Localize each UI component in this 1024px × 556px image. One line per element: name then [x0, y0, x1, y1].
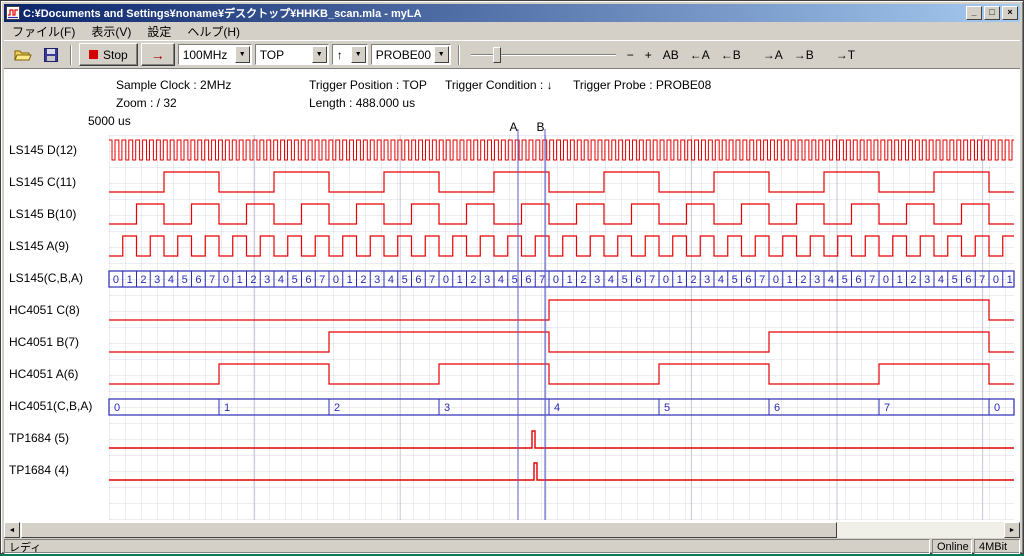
waveform-grid	[109, 135, 1014, 520]
goto-cursor-b-button[interactable]: ←B	[717, 46, 745, 64]
set-cursor-a-button[interactable]: →A	[759, 46, 787, 64]
stop-button-label: Stop	[103, 48, 128, 62]
channel-label: LS145 C(11)	[9, 175, 76, 189]
cursor-a-label[interactable]: A	[509, 120, 518, 134]
sample-clock-value: 100MHz	[183, 48, 228, 62]
scroll-left-icon[interactable]: ◄	[4, 522, 20, 538]
menu-view[interactable]: 表示(V)	[83, 21, 139, 42]
goto-cursor-a-button[interactable]: ←A	[686, 46, 714, 64]
sample-clock-info: Sample Clock : 2MHz	[116, 78, 231, 92]
scroll-right-icon[interactable]: ►	[1004, 522, 1020, 538]
trigger-probe-select[interactable]: PROBE00 ▼	[371, 44, 451, 65]
zoom-out-button[interactable]: −	[623, 46, 638, 64]
channel-label: TP1684 (4)	[9, 463, 69, 477]
stop-button[interactable]: Stop	[79, 43, 138, 66]
zoom-info: Zoom : / 32	[116, 96, 177, 110]
window-title: C:¥Documents and Settings¥noname¥デスクトップ¥…	[23, 5, 964, 21]
menu-settings[interactable]: 設定	[139, 21, 179, 42]
title-bar[interactable]: C:¥Documents and Settings¥noname¥デスクトップ¥…	[4, 4, 1020, 22]
time-division-label: 5000 us	[88, 114, 131, 128]
chevron-down-icon[interactable]: ▼	[312, 46, 327, 63]
ab-button[interactable]: AB	[659, 46, 683, 64]
channel-label: HC4051(C,B,A)	[9, 399, 92, 413]
app-window: C:¥Documents and Settings¥noname¥デスクトップ¥…	[0, 0, 1024, 554]
chevron-down-icon[interactable]: ▼	[351, 46, 366, 63]
zoom-in-button[interactable]: +	[641, 46, 656, 64]
trigger-probe-value: PROBE00	[376, 48, 431, 62]
scrollbar-thumb[interactable]	[21, 522, 837, 538]
trigger-probe-info: Trigger Probe : PROBE08	[573, 78, 711, 92]
channel-label: HC4051 A(6)	[9, 367, 78, 381]
trigger-condition-info: Trigger Condition : ↓	[445, 78, 553, 92]
trigger-edge-select[interactable]: ↑ ▼	[332, 44, 368, 65]
run-button[interactable]: →	[141, 43, 175, 66]
maximize-button[interactable]: □	[984, 6, 1000, 20]
length-info: Length : 488.000 us	[309, 96, 415, 110]
channel-label: LS145 A(9)	[9, 239, 69, 253]
app-icon	[6, 6, 20, 20]
menu-file[interactable]: ファイル(F)	[4, 21, 83, 42]
toolbar-separator	[70, 45, 72, 65]
channel-label: HC4051 C(8)	[9, 303, 80, 317]
chevron-down-icon[interactable]: ▼	[434, 46, 449, 63]
status-online: Online	[932, 539, 972, 554]
trigger-position-info: Trigger Position : TOP	[309, 78, 427, 92]
zoom-slider[interactable]	[471, 45, 616, 65]
set-cursor-b-button[interactable]: →B	[790, 46, 818, 64]
trigger-edge-value: ↑	[337, 48, 343, 62]
open-folder-icon	[14, 48, 32, 62]
channel-label: LS145 B(10)	[9, 207, 76, 221]
channel-label: LS145(C,B,A)	[9, 271, 83, 285]
stop-icon	[89, 50, 98, 59]
floppy-disk-icon	[44, 48, 58, 62]
toolbar-separator	[458, 45, 460, 65]
chevron-down-icon[interactable]: ▼	[235, 46, 250, 63]
minimize-button[interactable]: _	[966, 6, 982, 20]
sample-clock-select[interactable]: 100MHz ▼	[178, 44, 252, 65]
save-button[interactable]	[38, 43, 63, 66]
cursor-b-label[interactable]: B	[536, 120, 545, 134]
channel-label: TP1684 (5)	[9, 431, 69, 445]
menu-help[interactable]: ヘルプ(H)	[179, 21, 248, 42]
toolbar: Stop → 100MHz ▼ TOP ▼ ↑ ▼ PROBE00 ▼ − + …	[4, 40, 1020, 69]
status-memory: 4MBit	[974, 539, 1020, 554]
status-bar: レディ Online 4MBit	[4, 539, 1020, 554]
status-ready: レディ	[4, 539, 930, 554]
goto-trigger-button[interactable]: →T	[832, 46, 859, 64]
trigger-position-select[interactable]: TOP ▼	[255, 44, 329, 65]
open-button[interactable]	[10, 43, 35, 66]
close-button[interactable]: ×	[1002, 6, 1018, 20]
horizontal-scrollbar[interactable]: ◄ ►	[4, 522, 1020, 538]
trigger-position-value: TOP	[260, 48, 284, 62]
channel-label: HC4051 B(7)	[9, 335, 79, 349]
run-arrow-icon: →	[151, 47, 165, 63]
zoom-slider-thumb[interactable]	[493, 47, 501, 63]
menu-bar: ファイル(F) 表示(V) 設定 ヘルプ(H)	[4, 22, 1020, 40]
channel-label: LS145 D(12)	[9, 143, 77, 157]
